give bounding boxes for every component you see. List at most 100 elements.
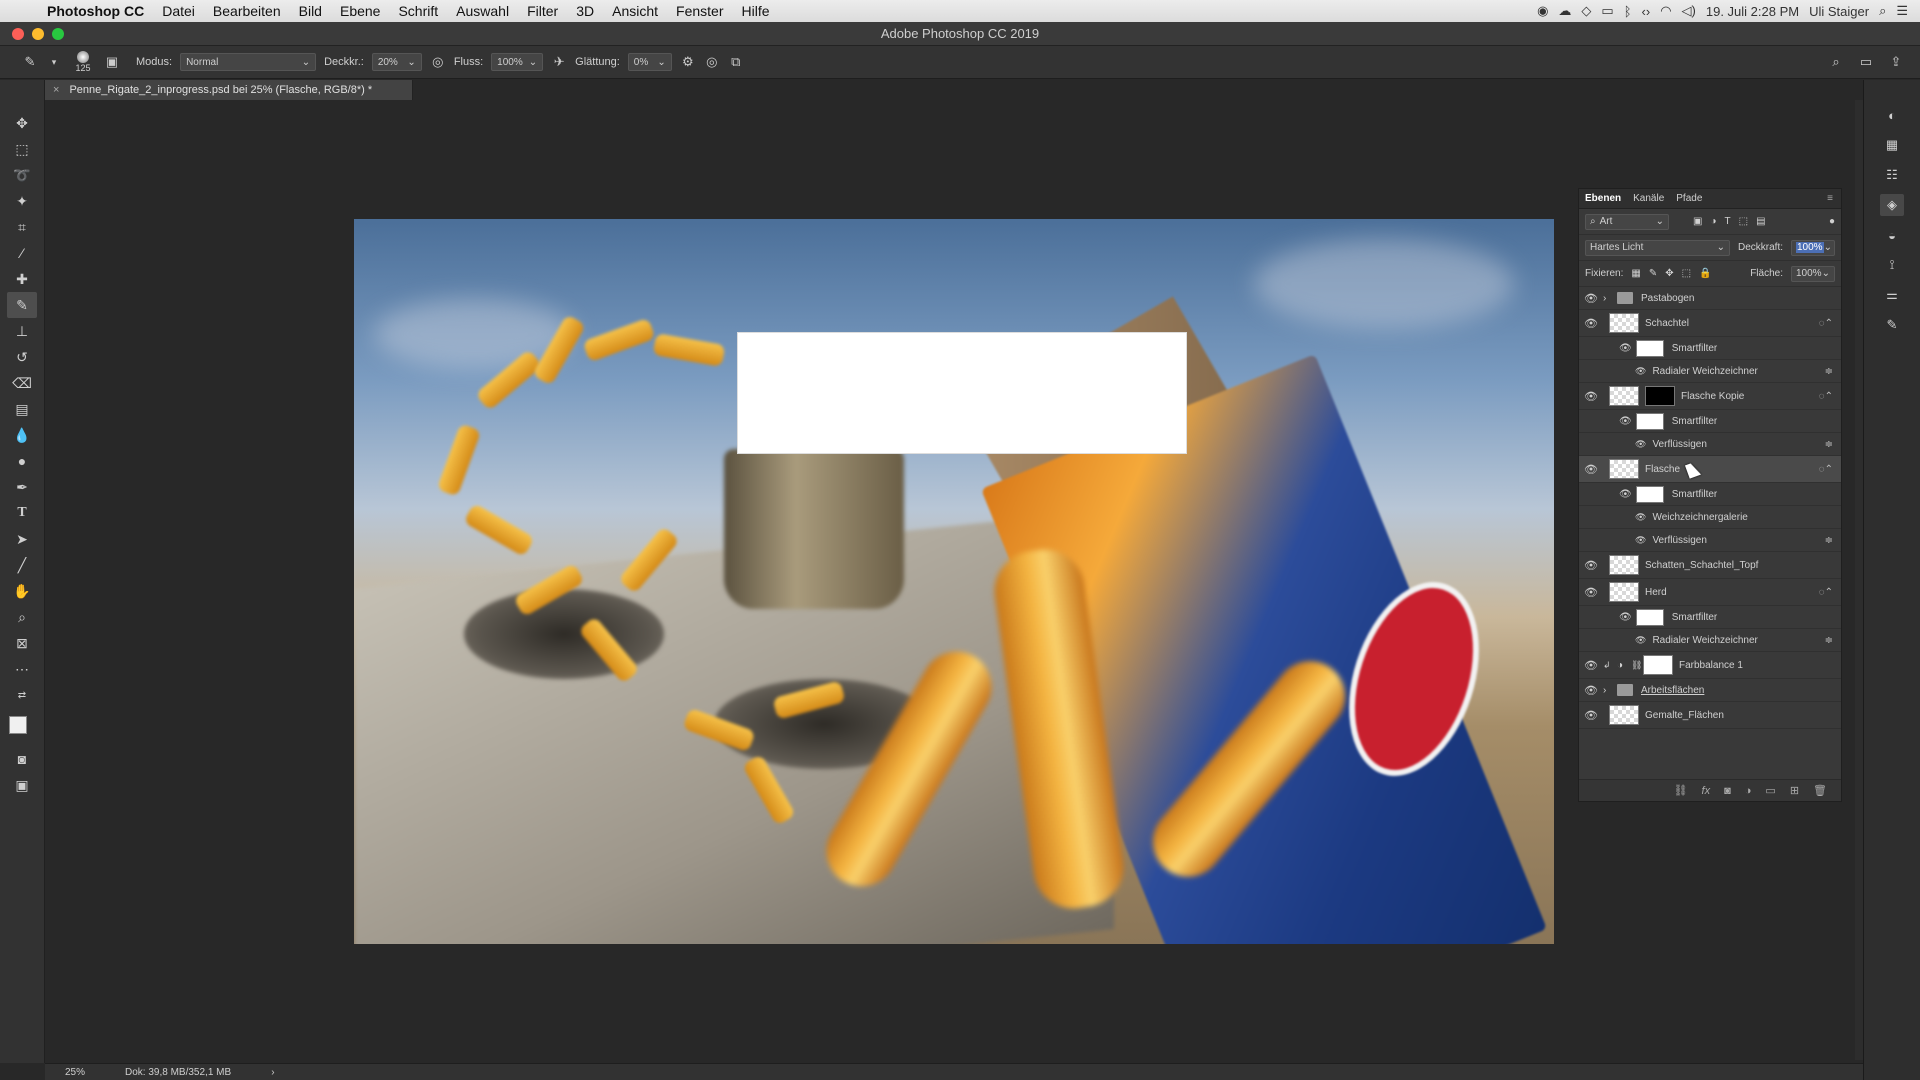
visibility-eye-icon[interactable]: 👁 (1619, 416, 1632, 427)
flow-field[interactable]: 100% ⌄ (491, 53, 544, 71)
symmetry-icon[interactable]: ⧉ (728, 54, 744, 70)
dodge-tool-icon[interactable]: ● (7, 448, 37, 474)
chevron-right-icon[interactable]: › (1603, 293, 1613, 304)
properties-panel-icon[interactable]: ⚌ (1880, 284, 1904, 306)
airbrush-icon[interactable]: ✈ (551, 54, 567, 70)
chevron-right-icon[interactable]: › (271, 1067, 274, 1078)
lock-pixels-icon[interactable]: ✎ (1649, 268, 1657, 279)
marquee-tool-icon[interactable]: ⬚ (7, 136, 37, 162)
filter-toggle-icon[interactable]: ● (1829, 216, 1835, 227)
visibility-eye-icon[interactable]: 👁 (1579, 463, 1603, 476)
filter-options-icon[interactable]: ≑ (1825, 635, 1833, 646)
menu-ebene[interactable]: Ebene (331, 3, 389, 19)
layer-filter-select[interactable]: ⌕ Art ⌄ (1585, 213, 1669, 230)
chevron-down-icon[interactable]: ▾ (46, 54, 62, 70)
smart-filter-row[interactable]: 👁 Smartfilter (1579, 410, 1841, 433)
trash-icon[interactable]: 🗑 (1813, 784, 1827, 797)
screen-mode-icon[interactable]: ▣ (7, 772, 37, 798)
brush-size-picker[interactable]: 125 (70, 51, 96, 73)
close-icon[interactable]: × (53, 84, 59, 96)
tab-kanaele[interactable]: Kanäle (1633, 193, 1664, 204)
minimize-window-button[interactable] (32, 28, 44, 40)
tab-ebenen[interactable]: Ebenen (1585, 193, 1621, 204)
menu-fenster[interactable]: Fenster (667, 3, 732, 19)
magic-wand-tool-icon[interactable]: ✦ (7, 188, 37, 214)
healing-brush-tool-icon[interactable]: ✚ (7, 266, 37, 292)
layer-opacity-field[interactable]: 100% ⌄ (1791, 239, 1835, 256)
swatches-panel-icon[interactable]: ▦ (1880, 134, 1904, 156)
artboard-tool-icon[interactable]: ⊠ (7, 630, 37, 656)
smoothing-field[interactable]: 0% ⌄ (627, 53, 672, 71)
dropbox-icon[interactable]: ◇ (1581, 3, 1591, 19)
menu-app-name[interactable]: Photoshop CC (38, 3, 153, 19)
filter-row[interactable]: 👁 Radialer Weichzeichner ≑ (1579, 360, 1841, 383)
add-mask-icon[interactable]: ◙ (1724, 785, 1731, 797)
layers-panel-icon[interactable]: ◈ (1880, 194, 1904, 216)
quick-mask-icon[interactable]: ◙ (7, 746, 37, 772)
menu-auswahl[interactable]: Auswahl (447, 3, 518, 19)
volume-icon[interactable]: ◁) (1682, 3, 1696, 19)
channels-panel-icon[interactable]: ◒ (1880, 224, 1904, 246)
visibility-eye-icon[interactable]: 👁 (1635, 635, 1646, 646)
gear-icon[interactable]: ⚙ (680, 54, 696, 70)
tab-pfade[interactable]: Pfade (1676, 193, 1702, 204)
visibility-eye-icon[interactable]: 👁 (1635, 512, 1646, 523)
zoom-level[interactable]: 25% (65, 1067, 85, 1078)
mode-select[interactable]: Normal ⌄ (180, 53, 317, 71)
lock-all-icon[interactable]: 🔒 (1699, 268, 1711, 279)
pressure-opacity-icon[interactable]: ◎ (430, 54, 446, 70)
zoom-tool-icon[interactable]: ⌕ (7, 604, 37, 630)
color-swatches[interactable] (7, 714, 37, 746)
foreground-color-swatch[interactable] (9, 716, 27, 734)
document-canvas[interactable] (354, 219, 1554, 944)
zoom-window-button[interactable] (52, 28, 64, 40)
move-tool-icon[interactable]: ✥ (7, 110, 37, 136)
layer-row[interactable]: 👁 Schatten_Schachtel_Topf (1579, 552, 1841, 579)
smart-filter-row[interactable]: 👁 Smartfilter (1579, 483, 1841, 506)
spotlight-icon[interactable]: ⌕ (1879, 3, 1886, 19)
pen-tool-icon[interactable]: ✒ (7, 474, 37, 500)
visibility-eye-icon[interactable]: 👁 (1619, 612, 1632, 623)
libraries-panel-icon[interactable]: ☷ (1880, 164, 1904, 186)
layer-row[interactable]: 👁 Flasche Kopie ◌⌃ (1579, 383, 1841, 410)
layer-row[interactable]: 👁 Schachtel ◌⌃ (1579, 310, 1841, 337)
chevron-right-icon[interactable]: › (1603, 685, 1613, 696)
lock-transparency-icon[interactable]: ▦ (1631, 268, 1640, 279)
notification-center-icon[interactable]: ☰ (1896, 3, 1908, 19)
hand-tool-icon[interactable]: ✋ (7, 578, 37, 604)
brush-settings-icon[interactable]: ▣ (104, 54, 120, 70)
gradient-tool-icon[interactable]: ▤ (7, 396, 37, 422)
blur-tool-icon[interactable]: 💧 (7, 422, 37, 448)
new-layer-icon[interactable]: ⊞ (1790, 784, 1799, 797)
lock-artboard-icon[interactable]: ⬚ (1682, 268, 1691, 279)
eyedropper-tool-icon[interactable]: ⁄ (7, 240, 37, 266)
layer-row[interactable]: 👁 › Pastabogen (1579, 287, 1841, 310)
link-chain-icon[interactable]: ⛓ (1631, 660, 1642, 671)
code-icon[interactable]: ‹› (1642, 4, 1651, 19)
wifi-icon[interactable]: ◠ (1660, 3, 1671, 19)
more-tools-icon[interactable]: ⋯ (7, 656, 37, 682)
layer-fill-field[interactable]: 100% ⌄ (1791, 265, 1835, 282)
link-layers-icon[interactable]: ⛓ (1674, 784, 1688, 797)
visibility-eye-icon[interactable]: 👁 (1579, 559, 1603, 572)
smart-filter-row[interactable]: 👁 Smartfilter (1579, 337, 1841, 360)
filter-options-icon[interactable]: ≑ (1825, 535, 1833, 546)
layer-style-fx-icon[interactable]: fx (1702, 785, 1711, 797)
visibility-eye-icon[interactable]: 👁 (1635, 439, 1646, 450)
filter-adjustment-icon[interactable]: ◑ (1710, 216, 1716, 227)
new-group-icon[interactable]: ▭ (1765, 784, 1775, 797)
layer-row[interactable]: 👁 Herd ◌⌃ (1579, 579, 1841, 606)
filter-row[interactable]: 👁 Radialer Weichzeichner ≑ (1579, 629, 1841, 652)
swap-colors-icon[interactable]: ⇄ (7, 682, 37, 708)
menu-3d[interactable]: 3D (567, 3, 603, 19)
visibility-eye-icon[interactable]: 👁 (1635, 535, 1646, 546)
panel-menu-icon[interactable]: ≡ (1827, 193, 1841, 204)
filter-row[interactable]: 👁 Verflüssigen ≑ (1579, 529, 1841, 552)
layer-row[interactable]: 👁 ↲ ◑ ⛓ Farbbalance 1 (1579, 652, 1841, 679)
vertical-scrollbar[interactable] (1855, 100, 1863, 1060)
workspace-icon[interactable]: ▭ (1858, 54, 1874, 70)
opacity-field[interactable]: 20% ⌄ (371, 53, 422, 71)
menubar-clock[interactable]: 19. Juli 2:28 PM (1706, 4, 1799, 19)
menu-hilfe[interactable]: Hilfe (733, 3, 779, 19)
lasso-tool-icon[interactable]: ➰ (7, 162, 37, 188)
